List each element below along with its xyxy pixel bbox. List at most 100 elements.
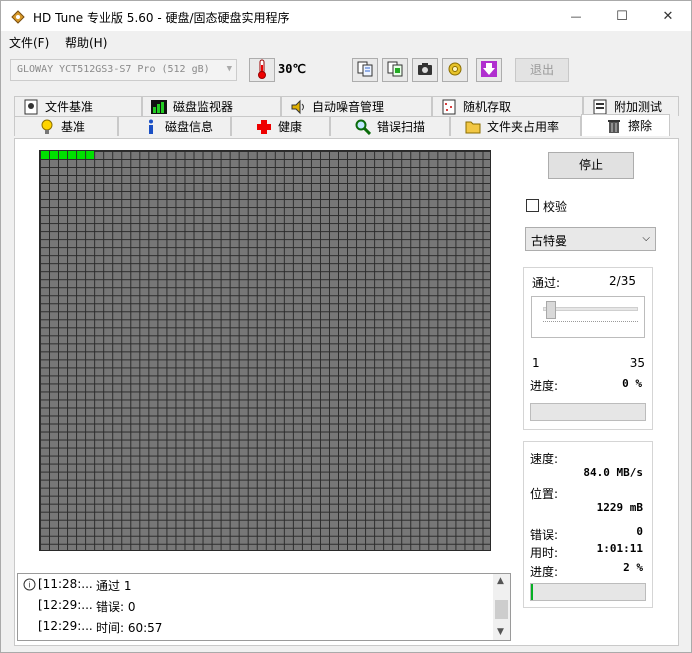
stats-panel: 速度: 84.0 MB/s 位置: 1229 mB 错误: 0 用时: 1:01… — [523, 441, 653, 608]
menu-bar: 文件(F) 帮助(H) — [1, 32, 691, 52]
options-button[interactable] — [442, 58, 468, 82]
temperature-button[interactable] — [249, 58, 275, 82]
camera-icon — [417, 62, 433, 79]
erase-method-value: 古特曼 — [531, 234, 568, 248]
tab-disk-info[interactable]: 磁盘信息 — [118, 116, 231, 136]
tab-health[interactable]: 健康 — [231, 116, 330, 136]
stop-button[interactable]: 停止 — [548, 152, 634, 179]
tab-label: 健康 — [278, 120, 303, 134]
speed-label: 速度: — [530, 452, 559, 466]
errors-value: 0 — [636, 525, 643, 538]
tab-label: 自动噪音管理 — [312, 100, 385, 114]
drive-select[interactable]: GLOWAY YCT512GS3-S7 Pro (512 gB) ▼ — [10, 59, 237, 81]
tab-benchmark[interactable]: 基准 — [14, 116, 118, 136]
erase-block-map — [39, 150, 491, 551]
log-time: [12:29:... — [38, 619, 93, 633]
elapsed-label: 用时: — [530, 546, 559, 560]
verify-label: 校验 — [543, 200, 568, 214]
erased-blocks — [40, 151, 95, 159]
event-log[interactable]: i [11:28:... 通过 1 [12:29:... 错误: 0 [12:2… — [17, 573, 511, 641]
thermometer-icon — [257, 59, 267, 82]
scroll-up-icon[interactable]: ▲ — [497, 576, 504, 586]
erase-method-select[interactable]: 古特曼 ⌵ — [525, 227, 656, 251]
title-bar: HD Tune 专业版 5.60 - 硬盘/固态硬盘实用程序 — ☐ ✕ — [1, 1, 691, 31]
info-icon — [143, 119, 159, 135]
screenshot-button[interactable] — [412, 58, 438, 82]
extra-tests-icon — [592, 99, 608, 115]
position-value: 1229 mB — [596, 501, 643, 514]
copy-info-icon — [357, 61, 373, 80]
app-window: HD Tune 专业版 5.60 - 硬盘/固态硬盘实用程序 — ☐ ✕ 文件(… — [0, 0, 692, 653]
trash-icon — [606, 118, 622, 134]
chevron-down-icon: ▼ — [226, 64, 232, 74]
pass-slider-thumb[interactable] — [545, 301, 556, 319]
log-entry: [11:28:... 通过 1 — [38, 577, 131, 593]
verify-checkbox[interactable] — [526, 199, 539, 212]
maximize-button[interactable]: ☐ — [599, 1, 645, 31]
chevron-down-icon: ⌵ — [642, 233, 650, 244]
log-text: 通过 1 — [96, 579, 132, 593]
position-label: 位置: — [530, 487, 559, 501]
copy-screen-icon — [387, 61, 403, 80]
total-progress-bar — [530, 583, 646, 601]
maximize-icon: ☐ — [616, 8, 628, 24]
disk-monitor-icon — [151, 99, 167, 115]
window-title: HD Tune 专业版 5.60 - 硬盘/固态硬盘实用程序 — [33, 11, 290, 25]
info-icon: i — [23, 578, 36, 594]
tab-error-scan[interactable]: 错误扫描 — [330, 116, 450, 136]
pass-progress-label: 进度: — [530, 379, 559, 393]
tab-erase[interactable]: 擦除 — [581, 114, 670, 136]
tab-random-access[interactable]: 随机存取 — [432, 96, 583, 116]
close-button[interactable]: ✕ — [645, 1, 691, 31]
pass-progress-bar — [530, 403, 646, 421]
magnifier-icon — [355, 119, 371, 135]
tab-row-bottom: 基准 磁盘信息 健康 错误扫描 文件夹占用率 擦除 — [14, 114, 670, 136]
log-time: [12:29:... — [38, 598, 93, 612]
log-text: 时间: 60:57 — [96, 621, 163, 635]
total-progress-label: 进度: — [530, 565, 559, 579]
scroll-down-icon[interactable]: ▼ — [497, 627, 504, 637]
tab-label: 磁盘监视器 — [173, 100, 234, 114]
menu-help[interactable]: 帮助(H) — [65, 34, 107, 51]
download-button[interactable] — [476, 58, 502, 82]
slider-max-label: 35 — [629, 356, 645, 370]
speed-value: 84.0 MB/s — [583, 466, 643, 479]
minimize-icon: — — [570, 9, 582, 23]
total-progress-fill — [531, 584, 534, 600]
exit-button[interactable]: 退出 — [515, 58, 569, 82]
tab-folder-usage[interactable]: 文件夹占用率 — [450, 116, 581, 136]
folder-icon — [465, 119, 481, 135]
minimize-button[interactable]: — — [553, 1, 599, 31]
file-benchmark-icon — [23, 99, 39, 115]
total-progress-value: 2 % — [623, 561, 643, 574]
tab-label: 文件基准 — [45, 100, 94, 114]
pass-slider[interactable] — [531, 296, 645, 338]
health-cross-icon — [256, 119, 272, 135]
slider-min-label: 1 — [532, 356, 540, 370]
pass-progress-value: 0 % — [622, 377, 642, 390]
log-time: [11:28:... — [38, 577, 93, 591]
tab-label: 错误扫描 — [377, 120, 426, 134]
errors-label: 错误: — [530, 528, 559, 542]
tab-label: 文件夹占用率 — [487, 120, 560, 134]
drive-select-value: GLOWAY YCT512GS3-S7 Pro (512 gB) — [17, 64, 210, 75]
copy-screen-button[interactable] — [382, 58, 408, 82]
tab-disk-monitor[interactable]: 磁盘监视器 — [142, 96, 281, 116]
log-entry: [12:29:... 错误: 0 — [38, 598, 136, 614]
temperature-readout: 30℃ — [278, 62, 306, 76]
tab-label: 擦除 — [628, 119, 653, 133]
close-icon: ✕ — [662, 8, 674, 24]
tab-file-benchmark[interactable]: 文件基准 — [14, 96, 142, 116]
tab-label: 随机存取 — [463, 100, 512, 114]
pass-panel: 通过: 2/35 1 35 进度: 0 % — [523, 267, 653, 430]
tab-extra-tests[interactable]: 附加测试 — [583, 96, 679, 116]
log-scrollbar[interactable]: ▲ ▼ — [493, 574, 510, 640]
tab-row-top: 文件基准 磁盘监视器 自动噪音管理 随机存取 附加测试 — [14, 96, 679, 116]
menu-file[interactable]: 文件(F) — [9, 34, 49, 51]
pass-slider-ticks — [543, 321, 638, 322]
copy-info-button[interactable] — [352, 58, 378, 82]
tab-label: 基准 — [61, 120, 86, 134]
tab-aam[interactable]: 自动噪音管理 — [281, 96, 432, 116]
scroll-thumb[interactable] — [495, 600, 508, 619]
options-icon — [447, 61, 463, 80]
